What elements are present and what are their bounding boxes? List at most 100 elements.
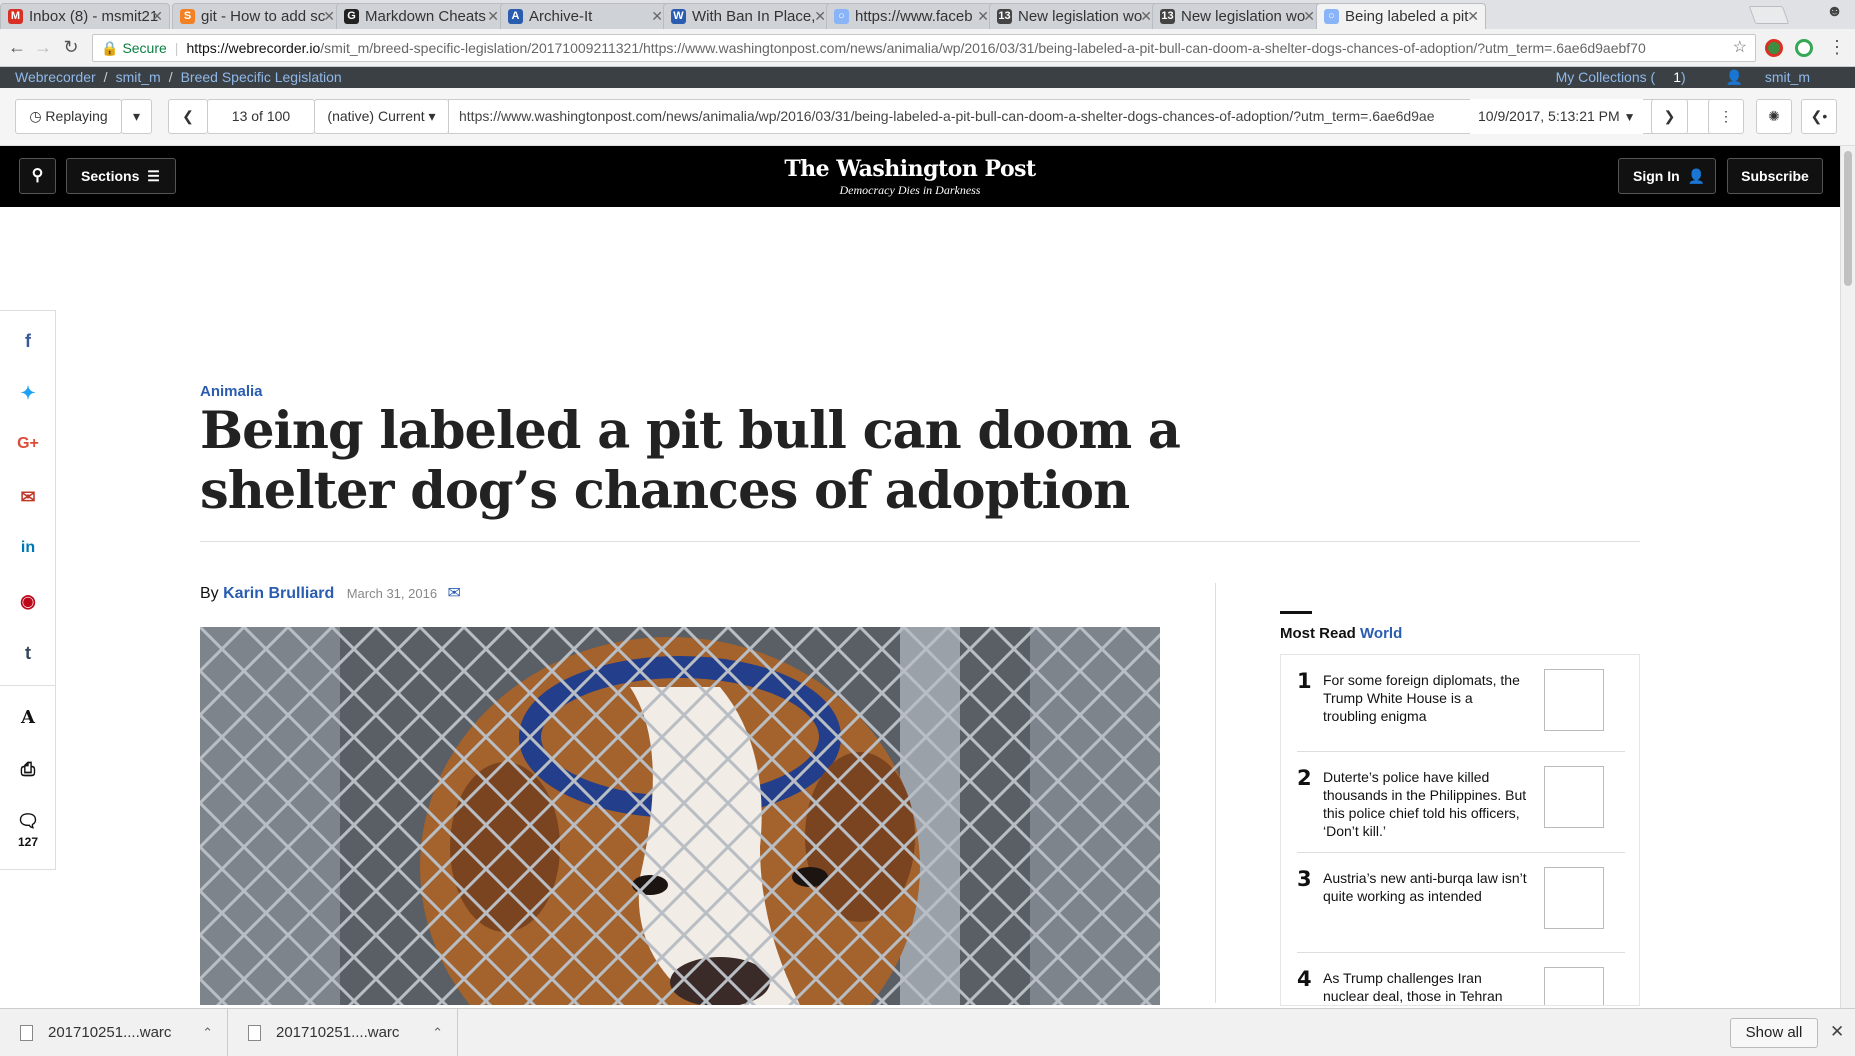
calendar-icon: 13 (1160, 9, 1175, 24)
scrollbar-thumb[interactable] (1844, 151, 1852, 286)
my-collections-link[interactable]: My Collections (1) (1538, 69, 1686, 85)
lock-icon: 🔒 (101, 40, 119, 56)
close-tab-icon[interactable]: ✕ (323, 4, 335, 29)
reload-icon[interactable]: ↻ (60, 36, 82, 58)
logo-name: The Washington Post (784, 156, 1036, 182)
browser-toolbar: ← → ↻ 🔒 Secure | https://webrecorder.io/smi… (0, 29, 1855, 67)
site-logo[interactable]: The Washington Post Democracy Dies in Da… (0, 156, 1820, 198)
article-byline: By Karin Brulliard March 31, 2016 ✉ (200, 585, 461, 602)
capture-date-select[interactable]: 10/9/2017, 5:13:21 PM ▼ (1470, 99, 1644, 134)
close-tab-icon[interactable]: ✕ (151, 4, 163, 29)
article-date: March 31, 2016 (346, 586, 438, 601)
back-icon[interactable]: ← (6, 36, 28, 58)
browser-tab[interactable]: W With Ban In Place, ✕ (663, 3, 833, 29)
tab-title: With Ban In Place, (692, 8, 816, 25)
browser-menu-icon[interactable]: ⋮ (1826, 36, 1848, 58)
browser-tab[interactable]: G Markdown Cheats ✕ (336, 3, 506, 29)
browser-mode-select[interactable]: (native) Current ▾ (314, 99, 449, 134)
tab-title: New legislation wo (1018, 8, 1143, 25)
bookmark-star-icon[interactable]: ☆ (1733, 35, 1747, 61)
logo-tagline: Democracy Dies in Darkness (839, 183, 981, 197)
most-read-item[interactable]: 2 Duterte’s police have killed thousands… (1297, 766, 1625, 853)
browser-tab[interactable]: Sgit - How to add sc ✕ (172, 3, 342, 29)
mode-dropdown-icon[interactable]: ▾ (121, 99, 152, 134)
headline-divider (200, 541, 1640, 542)
github-icon: G (344, 9, 359, 24)
close-tab-icon[interactable]: ✕ (1303, 4, 1315, 29)
article-photo (200, 627, 1160, 1005)
browser-tab[interactable]: 13 New legislation wo ✕ (989, 3, 1159, 29)
prev-page-icon[interactable]: ❮ (168, 99, 208, 134)
breadcrumb-collection[interactable]: Breed Specific Legislation (181, 69, 342, 85)
most-read-item[interactable]: 1 For some foreign diplomats, the Trump … (1297, 669, 1625, 752)
font-size-icon[interactable]: A (0, 707, 56, 728)
close-tab-icon[interactable]: ✕ (977, 4, 989, 29)
browser-tab[interactable]: ○ https://www.faceb ✕ (826, 3, 996, 29)
new-tab-button[interactable] (1748, 6, 1790, 24)
pinterest-icon[interactable]: ◉ (0, 591, 56, 612)
email-icon[interactable]: ✉ (0, 487, 56, 508)
sign-in-button[interactable]: Sign In 👤 (1618, 158, 1716, 194)
file-icon (248, 1025, 261, 1041)
facebook-icon[interactable]: f (0, 331, 56, 352)
close-tab-icon[interactable]: ✕ (1467, 4, 1479, 29)
tumblr-icon[interactable]: t (0, 643, 56, 664)
comments-icon[interactable]: 🗨 (0, 811, 56, 832)
chevron-up-icon[interactable]: ⌃ (202, 1009, 213, 1056)
close-tab-icon[interactable]: ✕ (651, 4, 663, 29)
article-headline: Being labeled a pit bull can doom a shel… (200, 401, 1181, 521)
close-tab-icon[interactable]: ✕ (1140, 4, 1152, 29)
close-icon[interactable]: ✕ (1830, 1022, 1844, 1042)
close-tab-icon[interactable]: ✕ (814, 4, 826, 29)
author-email-icon[interactable]: ✉ (448, 585, 461, 602)
author-link[interactable]: Karin Brulliard (223, 585, 334, 602)
most-read-thumbnail (1544, 766, 1604, 828)
share-icon[interactable]: ❮• (1801, 99, 1837, 134)
download-item[interactable]: 201710251....warc ⌃ (0, 1009, 228, 1056)
browser-tab[interactable]: ○ Being labeled a pit ✕ (1316, 3, 1486, 29)
breadcrumb-webrecorder[interactable]: Webrecorder (15, 69, 96, 85)
tab-title: Inbox (8) - msmit21 (29, 8, 159, 25)
site-header: ⚲ Sections ☰ The Washington Post Democra… (0, 146, 1840, 207)
show-all-downloads-button[interactable]: Show all (1730, 1018, 1818, 1048)
comment-count[interactable]: 127 (0, 835, 56, 849)
browser-tab[interactable]: A Archive-It ✕ (500, 3, 670, 29)
chevron-up-icon[interactable]: ⌃ (432, 1009, 443, 1056)
most-read-list: 1 For some foreign diplomats, the Trump … (1280, 654, 1640, 1006)
user-menu[interactable]: 👤 smit_m (1708, 69, 1810, 85)
print-icon[interactable]: ⎙ (0, 759, 56, 780)
most-read-thumbnail (1544, 967, 1604, 1005)
close-tab-icon[interactable]: ✕ (487, 4, 499, 29)
user-icon: 👤 (1687, 168, 1705, 184)
stackoverflow-icon: S (180, 9, 195, 24)
article-kicker[interactable]: Animalia (200, 383, 263, 400)
browser-tab[interactable]: 13 New legislation wo ✕ (1152, 3, 1322, 29)
subscribe-button[interactable]: Subscribe (1727, 158, 1823, 194)
browser-tab[interactable]: M Inbox (8) - msmit21 ✕ (0, 3, 170, 29)
google-plus-icon[interactable]: G+ (0, 435, 56, 453)
twitter-icon[interactable]: ✦ (0, 383, 56, 404)
replaying-button[interactable]: ◷ Replaying (15, 99, 122, 134)
most-read-section-link[interactable]: World (1360, 625, 1402, 642)
forward-icon[interactable]: → (32, 36, 54, 58)
column-divider (1215, 583, 1216, 1003)
download-item[interactable]: 201710251....warc ⌃ (228, 1009, 458, 1056)
address-bar[interactable]: 🔒 Secure | https://webrecorder.io/smit_m/br… (92, 34, 1756, 62)
globe-icon: ○ (834, 9, 849, 24)
breadcrumb-user[interactable]: smit_m (116, 69, 161, 85)
refresh-extension-icon[interactable] (1795, 39, 1813, 57)
page-counter: 13 of 100 (207, 99, 315, 134)
url-path: /smit_m/breed-specific-legislation/20171… (320, 40, 1646, 56)
page-scrollbar[interactable] (1840, 146, 1855, 1008)
extension-icon[interactable] (1765, 39, 1783, 57)
most-read-item[interactable]: 4 As Trump challenges Iran nuclear deal,… (1297, 967, 1625, 1005)
profile-icon[interactable]: ☻ (1826, 3, 1843, 21)
more-options-icon[interactable]: ⋮ (1708, 99, 1744, 134)
linkedin-icon[interactable]: in (0, 539, 56, 557)
bug-report-icon[interactable]: ✺ (1756, 99, 1792, 134)
most-read-title: Most Read World (1280, 625, 1403, 642)
tab-title: Markdown Cheats (365, 8, 486, 25)
webrecorder-topbar: Webrecorder / smit_m / Breed Specific Legisl… (0, 67, 1855, 88)
next-page-icon[interactable]: ❯ (1651, 99, 1688, 134)
most-read-item[interactable]: 3 Austria’s new anti-burqa law isn’t qui… (1297, 867, 1625, 953)
